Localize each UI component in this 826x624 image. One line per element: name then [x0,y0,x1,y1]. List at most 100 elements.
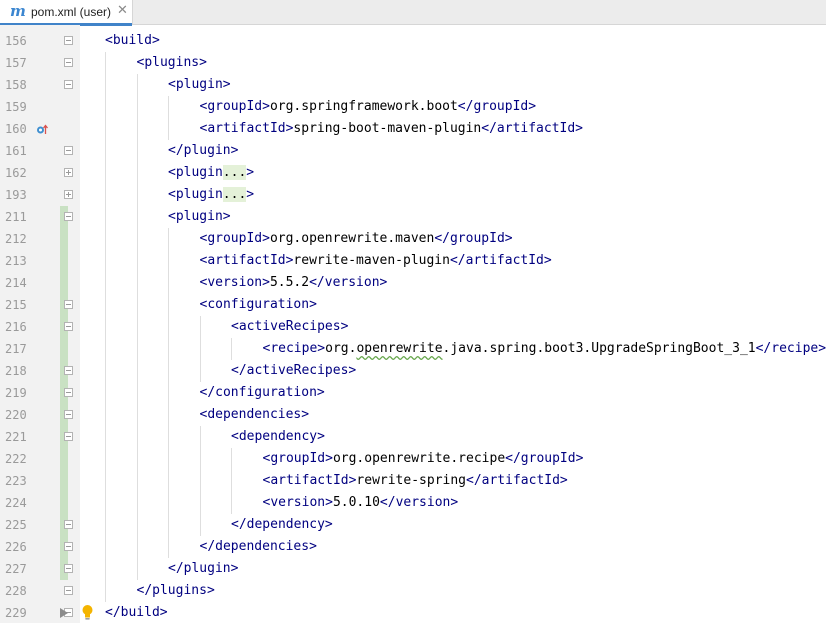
line-number: 216 [5,320,33,334]
code-line[interactable]: 228</plugins> [0,580,826,602]
editor-tab-bar: m pom.xml (user) ✕ [0,0,826,25]
code-line[interactable]: 221<dependency> [0,426,826,448]
code-text[interactable]: <plugin...> [168,165,254,181]
code-text[interactable]: </activeRecipes> [231,363,356,379]
line-number: 217 [5,342,33,356]
code-line[interactable]: 159<groupId>org.springframework.boot</gr… [0,96,826,118]
code-line[interactable]: 227 </plugin> [0,558,826,580]
code-text[interactable]: </configuration> [200,385,325,401]
code-line[interactable]: 156<build> [0,30,826,52]
fold-collapse-icon[interactable] [64,586,73,595]
indent-guide [105,536,106,558]
code-line[interactable]: 212<groupId>org.openrewrite.maven</group… [0,228,826,250]
code-text[interactable]: <groupId>org.openrewrite.maven</groupId> [200,231,513,247]
code-line[interactable]: 222<groupId>org.openrewrite.recipe</grou… [0,448,826,470]
fold-collapse-icon[interactable] [64,564,73,573]
code-line[interactable]: 211<plugin> [0,206,826,228]
xml-tag: <configuration> [200,297,317,312]
code-text[interactable]: <artifactId>rewrite-spring</artifactId> [263,473,568,489]
code-text[interactable]: <artifactId>spring-boot-maven-plugin</ar… [200,121,584,137]
fold-collapse-icon[interactable] [64,300,73,309]
code-text[interactable]: <configuration> [200,297,317,313]
indent-guide [137,294,138,316]
fold-collapse-icon[interactable] [64,410,73,419]
fold-collapse-icon[interactable] [64,432,73,441]
fold-collapse-icon[interactable] [64,36,73,45]
code-text[interactable]: <version>5.5.2</version> [200,275,388,291]
code-line[interactable]: 219</configuration> [0,382,826,404]
code-text[interactable]: </plugin> [168,561,238,577]
xml-tag: <version> [263,495,333,510]
code-line[interactable]: 158 <plugin> [0,74,826,96]
fold-collapse-icon[interactable] [64,58,73,67]
code-text[interactable]: <groupId>org.springframework.boot</group… [200,99,537,115]
change-marker[interactable] [60,448,68,470]
code-text[interactable]: <plugins> [137,55,207,71]
code-text[interactable]: <artifactId>rewrite-maven-plugin</artifa… [200,253,552,269]
close-icon[interactable]: ✕ [117,3,128,18]
line-number: 227 [5,562,33,576]
fold-expand-icon[interactable] [64,190,73,199]
change-marker[interactable] [60,250,68,272]
code-text[interactable]: </plugin> [168,143,238,159]
code-line[interactable]: 214<version>5.5.2</version> [0,272,826,294]
fold-collapse-icon[interactable] [64,212,73,221]
code-line[interactable]: 213<artifactId>rewrite-maven-plugin</art… [0,250,826,272]
code-text[interactable]: <dependencies> [200,407,310,423]
change-marker[interactable] [60,492,68,514]
lightbulb-icon[interactable] [81,604,94,621]
line-number: 193 [5,188,33,202]
folded-region[interactable]: ... [223,165,246,180]
code-text[interactable]: <groupId>org.openrewrite.recipe</groupId… [263,451,584,467]
code-text[interactable]: <build> [105,33,160,49]
override-up-icon[interactable] [36,123,48,135]
code-text[interactable]: <version>5.0.10</version> [263,495,459,511]
code-line[interactable]: 223<artifactId>rewrite-spring</artifactI… [0,470,826,492]
indent-guide [168,448,169,470]
fold-collapse-icon[interactable] [64,322,73,331]
code-text[interactable]: </dependency> [231,517,333,533]
code-line[interactable]: 160<artifactId>spring-boot-maven-plugin<… [0,118,826,140]
code-text[interactable]: <plugin...> [168,187,254,203]
code-line[interactable]: 161</plugin> [0,140,826,162]
fold-collapse-icon[interactable] [64,146,73,155]
tab-pom-xml[interactable]: m pom.xml (user) ✕ [0,0,133,25]
code-line[interactable]: 162<plugin...> [0,162,826,184]
indent-guide [168,470,169,492]
code-text[interactable]: </build> [105,605,168,621]
code-line[interactable]: 193 <plugin...> [0,184,826,206]
indent-guide [137,184,138,206]
fold-collapse-icon[interactable] [64,366,73,375]
fold-expand-icon[interactable] [64,168,73,177]
change-marker[interactable] [60,272,68,294]
indent-guide [137,338,138,360]
change-marker[interactable] [60,338,68,360]
code-line[interactable]: 229</build> [0,602,826,624]
code-text[interactable]: <dependency> [231,429,325,445]
play-triangle-icon[interactable] [59,607,69,619]
fold-collapse-icon[interactable] [64,542,73,551]
code-line[interactable]: 216 <activeRecipes> [0,316,826,338]
code-line[interactable]: 218</activeRecipes> [0,360,826,382]
code-text[interactable]: </dependencies> [200,539,317,555]
code-line[interactable]: 215<configuration> [0,294,826,316]
code-text[interactable]: </plugins> [137,583,215,599]
fold-collapse-icon[interactable] [64,388,73,397]
change-marker[interactable] [60,228,68,250]
fold-collapse-icon[interactable] [64,80,73,89]
code-line[interactable]: 217 <recipe>org.openrewrite.java.spring.b… [0,338,826,360]
code-line[interactable]: 226</dependencies> [0,536,826,558]
code-line[interactable]: 225</dependency> [0,514,826,536]
line-number: 158 [5,78,33,92]
indent-guide [105,206,106,228]
fold-collapse-icon[interactable] [64,520,73,529]
code-line[interactable]: 220<dependencies> [0,404,826,426]
code-line[interactable]: 224<version>5.0.10</version> [0,492,826,514]
code-text[interactable]: <activeRecipes> [231,319,348,335]
code-text[interactable]: <recipe>org.openrewrite.java.spring.boot… [263,341,826,357]
folded-region[interactable]: ... [223,187,246,202]
code-line[interactable]: 157<plugins> [0,52,826,74]
code-text[interactable]: <plugin> [168,209,231,225]
code-text[interactable]: <plugin> [168,77,231,93]
change-marker[interactable] [60,470,68,492]
